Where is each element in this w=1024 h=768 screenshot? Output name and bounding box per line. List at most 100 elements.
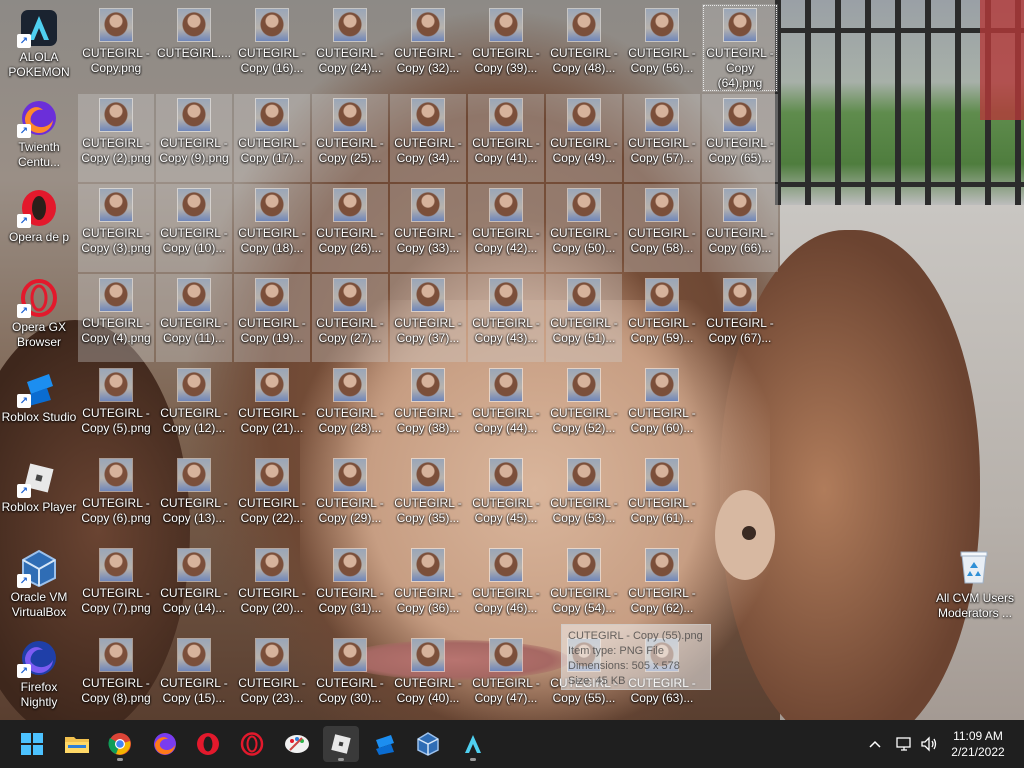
taskbar-opera[interactable]: [190, 726, 226, 762]
taskbar-alola-pokemon[interactable]: [455, 726, 491, 762]
shortcut-roblox-player[interactable]: ↗ Roblox Player: [0, 450, 78, 538]
volume-button[interactable]: [917, 720, 941, 768]
desktop-file-icon[interactable]: CUTEGIRL - Copy (61)...: [624, 454, 700, 542]
show-hidden-icons-button[interactable]: [864, 720, 886, 768]
desktop-file-icon[interactable]: CUTEGIRL - Copy (30)...: [312, 634, 388, 722]
desktop-file-icon[interactable]: CUTEGIRL - Copy (42)...: [468, 184, 544, 272]
file-name-line: CUTEGIRL -: [628, 406, 696, 420]
desktop-file-icon[interactable]: CUTEGIRL - Copy (27)...: [312, 274, 388, 362]
desktop-file-icon[interactable]: CUTEGIRL - Copy (2).png: [78, 94, 154, 182]
desktop-file-icon[interactable]: CUTEGIRL - Copy (37)...: [390, 274, 466, 362]
desktop-file-icon[interactable]: CUTEGIRL - Copy (65)...: [702, 94, 778, 182]
image-thumbnail-icon: [256, 459, 288, 491]
desktop-file-icon[interactable]: CUTEGIRL - Copy (44)...: [468, 364, 544, 452]
image-thumbnail-icon: [412, 9, 444, 41]
desktop-file-icon[interactable]: CUTEGIRL - Copy (57)...: [624, 94, 700, 182]
desktop-file-icon[interactable]: CUTEGIRL - Copy (17)...: [234, 94, 310, 182]
desktop-file-icon[interactable]: CUTEGIRL - Copy (45)...: [468, 454, 544, 542]
desktop-file-icon[interactable]: CUTEGIRL - Copy (50)...: [546, 184, 622, 272]
taskbar-chrome[interactable]: [102, 726, 138, 762]
desktop-file-icon[interactable]: CUTEGIRL - Copy (41)...: [468, 94, 544, 182]
desktop-file-icon[interactable]: CUTEGIRL....: [156, 4, 232, 92]
desktop-file-icon[interactable]: CUTEGIRL - Copy (36)...: [390, 544, 466, 632]
shortcut-alola-pokemon[interactable]: ↗ ALOLA POKEMON: [0, 0, 78, 88]
desktop-file-icon[interactable]: CUTEGIRL - Copy (19)...: [234, 274, 310, 362]
desktop-file-icon[interactable]: CUTEGIRL - Copy (49)...: [546, 94, 622, 182]
desktop-file-icon[interactable]: CUTEGIRL - Copy (32)...: [390, 4, 466, 92]
desktop-file-icon[interactable]: CUTEGIRL - Copy (39)...: [468, 4, 544, 92]
start-button[interactable]: [14, 726, 50, 762]
desktop-file-icon[interactable]: CUTEGIRL - Copy (6).png: [78, 454, 154, 542]
taskbar-virtualbox[interactable]: [410, 726, 446, 762]
desktop-file-icon[interactable]: CUTEGIRL - Copy (67)...: [702, 274, 778, 362]
shortcut-roblox-studio[interactable]: ↗ Roblox Studio: [0, 360, 78, 448]
shortcut-twienth-century[interactable]: ↗ Twienth Centu...: [0, 90, 78, 178]
desktop-file-icon[interactable]: CUTEGIRL - Copy (18)...: [234, 184, 310, 272]
desktop-file-icon[interactable]: CUTEGIRL - Copy.png: [78, 4, 154, 92]
desktop-file-icon[interactable]: CUTEGIRL - Copy (46)...: [468, 544, 544, 632]
file-name-line: CUTEGIRL -: [394, 496, 462, 510]
desktop-file-icon[interactable]: CUTEGIRL - Copy (10)...: [156, 184, 232, 272]
taskbar-clock[interactable]: 11:09 AM 2/21/2022: [942, 728, 1014, 760]
desktop-file-icon[interactable]: CUTEGIRL - Copy (29)...: [312, 454, 388, 542]
desktop-file-icon[interactable]: CUTEGIRL - Copy (7).png: [78, 544, 154, 632]
desktop-file-icon[interactable]: CUTEGIRL - Copy (22)...: [234, 454, 310, 542]
taskbar-opera-gx[interactable]: [234, 726, 270, 762]
desktop-file-icon[interactable]: CUTEGIRL - Copy (56)...: [624, 4, 700, 92]
desktop-file-icon[interactable]: CUTEGIRL - Copy (15)...: [156, 634, 232, 722]
desktop-file-icon[interactable]: CUTEGIRL - Copy (40)...: [390, 634, 466, 722]
image-thumbnail-icon: [646, 189, 678, 221]
desktop-file-icon[interactable]: CUTEGIRL - Copy (12)...: [156, 364, 232, 452]
virtualbox-icon: [417, 732, 439, 756]
shortcut-label: Twienth Centu...: [17, 140, 61, 169]
desktop-file-icon[interactable]: CUTEGIRL - Copy (33)...: [390, 184, 466, 272]
desktop-file-icon[interactable]: CUTEGIRL - Copy (51)...: [546, 274, 622, 362]
desktop-file-icon[interactable]: CUTEGIRL - Copy (24)...: [312, 4, 388, 92]
desktop-file-icon[interactable]: CUTEGIRL - Copy (43)...: [468, 274, 544, 362]
desktop-file-icon[interactable]: CUTEGIRL - Copy (53)...: [546, 454, 622, 542]
shortcut-virtualbox[interactable]: ↗ Oracle VM VirtualBox: [0, 540, 78, 628]
desktop-file-icon[interactable]: CUTEGIRL - Copy (8).png: [78, 634, 154, 722]
desktop-file-icon[interactable]: CUTEGIRL - Copy (23)...: [234, 634, 310, 722]
shortcut-opera[interactable]: ↗ Opera de p: [0, 180, 78, 268]
desktop-file-icon[interactable]: CUTEGIRL - Copy (34)...: [390, 94, 466, 182]
desktop-file-icon[interactable]: CUTEGIRL - Copy (11)...: [156, 274, 232, 362]
desktop-file-icon[interactable]: CUTEGIRL - Copy (20)...: [234, 544, 310, 632]
file-name-line: CUTEGIRL -: [160, 496, 228, 510]
taskbar-file-explorer[interactable]: [59, 726, 95, 762]
shortcut-firefox-nightly[interactable]: ↗ Firefox Nightly: [0, 630, 78, 718]
desktop-file-icon[interactable]: CUTEGIRL - Copy (58)...: [624, 184, 700, 272]
desktop-file-icon[interactable]: CUTEGIRL - Copy (14)...: [156, 544, 232, 632]
desktop-file-icon[interactable]: CUTEGIRL - Copy (4).png: [78, 274, 154, 362]
taskbar-roblox-player[interactable]: [323, 726, 359, 762]
taskbar-firefox[interactable]: [147, 726, 183, 762]
desktop-file-icon[interactable]: CUTEGIRL - Copy (66)...: [702, 184, 778, 272]
file-name: CUTEGIRL - Copy (18)...: [234, 226, 310, 256]
desktop-file-icon[interactable]: CUTEGIRL - Copy (38)...: [390, 364, 466, 452]
desktop-file-icon[interactable]: CUTEGIRL - Copy (54)...: [546, 544, 622, 632]
taskbar-paint[interactable]: [279, 726, 315, 762]
file-name: CUTEGIRL - Copy (6).png: [78, 496, 154, 526]
taskbar-roblox-studio[interactable]: [367, 726, 403, 762]
desktop-file-icon[interactable]: CUTEGIRL - Copy (26)...: [312, 184, 388, 272]
recycle-bin[interactable]: All CVM Users Moderators ...: [934, 545, 1016, 625]
desktop-file-icon[interactable]: CUTEGIRL - Copy (13)...: [156, 454, 232, 542]
desktop-file-icon[interactable]: CUTEGIRL - Copy (9).png: [156, 94, 232, 182]
network-button[interactable]: [892, 720, 916, 768]
desktop-file-icon[interactable]: CUTEGIRL - Copy (62)...: [624, 544, 700, 632]
desktop-file-icon[interactable]: CUTEGIRL - Copy (25)...: [312, 94, 388, 182]
desktop-file-icon[interactable]: CUTEGIRL - Copy (60)...: [624, 364, 700, 452]
desktop-file-icon[interactable]: CUTEGIRL - Copy (3).png: [78, 184, 154, 272]
desktop-file-icon[interactable]: CUTEGIRL - Copy (48)...: [546, 4, 622, 92]
desktop-file-icon[interactable]: CUTEGIRL - Copy (64).png: [702, 4, 778, 92]
desktop-file-icon[interactable]: CUTEGIRL - Copy (31)...: [312, 544, 388, 632]
desktop-file-icon[interactable]: CUTEGIRL - Copy (28)...: [312, 364, 388, 452]
shortcut-opera-gx[interactable]: ↗ Opera GX Browser: [0, 270, 78, 358]
desktop-file-icon[interactable]: CUTEGIRL - Copy (35)...: [390, 454, 466, 542]
desktop-file-icon[interactable]: CUTEGIRL - Copy (59)...: [624, 274, 700, 362]
desktop-file-icon[interactable]: CUTEGIRL - Copy (16)...: [234, 4, 310, 92]
desktop-file-icon[interactable]: CUTEGIRL - Copy (5).png: [78, 364, 154, 452]
desktop-file-icon[interactable]: CUTEGIRL - Copy (21)...: [234, 364, 310, 452]
desktop-file-icon[interactable]: CUTEGIRL - Copy (52)...: [546, 364, 622, 452]
desktop-file-icon[interactable]: CUTEGIRL - Copy (47)...: [468, 634, 544, 722]
